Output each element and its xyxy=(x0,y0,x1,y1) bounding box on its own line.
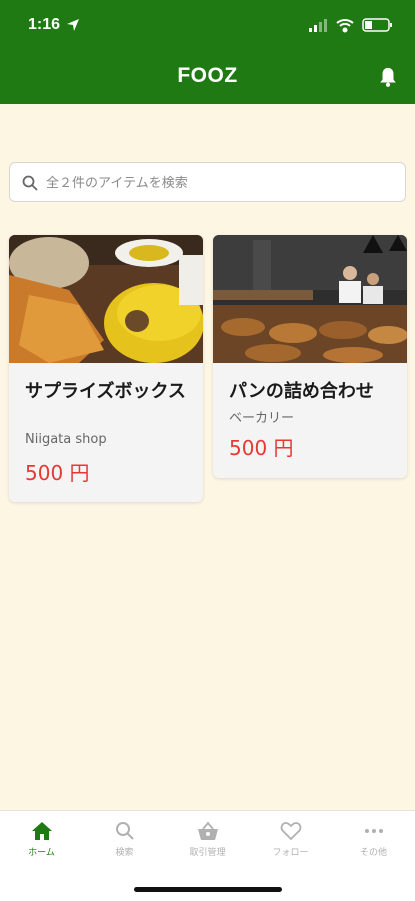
tab-more[interactable]: その他 xyxy=(332,819,415,869)
item-card-surprise-box[interactable]: サプライズボックス Niigata shop 500 円 xyxy=(9,235,203,502)
item-shop: Niigata shop xyxy=(25,432,107,447)
location-arrow-icon xyxy=(67,19,79,31)
heart-icon xyxy=(280,822,301,841)
tab-transactions-label: 取引管理 xyxy=(189,848,226,858)
bell-icon[interactable] xyxy=(377,66,399,88)
search-box[interactable] xyxy=(9,162,406,202)
tab-follow[interactable]: フォロー xyxy=(249,819,332,869)
item-price: 500 円 xyxy=(25,461,90,485)
status-icons xyxy=(309,18,392,33)
item-name: サプライズボックス xyxy=(25,381,186,402)
tab-transactions[interactable]: 取引管理 xyxy=(166,819,249,869)
home-indicator xyxy=(134,887,282,892)
battery-icon xyxy=(362,18,392,32)
app-title: FOOZ xyxy=(177,64,238,87)
tab-home[interactable]: ホーム xyxy=(0,819,83,869)
status-bar: 1:16 xyxy=(0,10,415,40)
item-card-bread-assortment[interactable]: パンの詰め合わせ ベーカリー 500 円 xyxy=(213,235,407,478)
home-icon xyxy=(31,822,52,840)
wifi-icon xyxy=(336,19,354,33)
basket-icon xyxy=(197,821,218,840)
status-time: 1:16 xyxy=(28,16,61,33)
search-input[interactable] xyxy=(44,170,398,196)
item-price: 500 円 xyxy=(229,436,294,460)
cellular-signal-icon xyxy=(309,19,327,32)
search-icon xyxy=(115,822,134,840)
tab-follow-label: フォロー xyxy=(272,848,309,858)
item-photo-pastries[interactable] xyxy=(9,235,203,363)
tab-home-label: ホーム xyxy=(28,848,55,858)
app-header: 1:16 FOOZ xyxy=(0,0,415,104)
tab-search[interactable]: 検索 xyxy=(83,819,166,869)
item-shop: ベーカリー xyxy=(229,411,295,426)
item-name: パンの詰め合わせ xyxy=(229,381,374,402)
tab-search-label: 検索 xyxy=(115,848,134,858)
search-icon xyxy=(22,175,38,191)
tab-more-label: その他 xyxy=(359,848,387,858)
item-photo-bakery[interactable] xyxy=(213,235,407,363)
more-icon xyxy=(364,829,383,833)
